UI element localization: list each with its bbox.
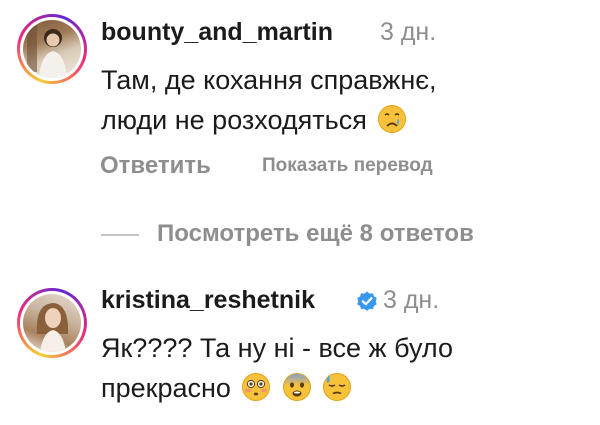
fearful-face-icon xyxy=(282,373,311,401)
comment-username[interactable]: kristina_reshetnik xyxy=(101,286,315,315)
comment-text: Як???? Та ну ні - все ж було прекрасно xyxy=(101,328,581,408)
comment-username[interactable]: bounty_and_martin xyxy=(101,18,333,47)
story-ring[interactable] xyxy=(17,288,87,358)
divider xyxy=(101,234,139,236)
flushed-face-icon xyxy=(242,373,271,401)
story-ring[interactable] xyxy=(17,14,87,84)
reply-button[interactable]: Ответить xyxy=(100,152,211,180)
comment-timestamp: 3 дн. xyxy=(383,286,440,314)
comment-text-line: люди не розходяться xyxy=(101,105,367,135)
comment-text-line: Як???? Та ну ні - все ж було xyxy=(101,333,453,363)
crying-face-icon xyxy=(378,105,407,133)
show-translation-button[interactable]: Показать перевод xyxy=(262,155,433,177)
comment-text-line: Там, де кохання справжнє, xyxy=(101,65,437,95)
comment-item: bounty_and_martin 3 дн. Там, де кохання … xyxy=(0,0,600,200)
comment-text-line: прекрасно xyxy=(101,373,231,403)
comment-text: Там, де кохання справжнє, люди не розход… xyxy=(101,60,581,140)
avatar[interactable] xyxy=(23,294,81,352)
avatar-photo-icon xyxy=(36,303,69,352)
view-more-replies-label[interactable]: Посмотреть ещё 8 ответов xyxy=(157,220,474,248)
avatar-photo-icon xyxy=(27,26,67,78)
comment-timestamp: 3 дн. xyxy=(380,18,437,46)
view-more-replies[interactable]: Посмотреть ещё 8 ответов xyxy=(0,215,600,255)
avatar[interactable] xyxy=(23,20,81,78)
downcast-face-with-sweat-icon xyxy=(323,373,352,401)
comment-item: kristina_reshetnik 3 дн. Як???? Та ну ні… xyxy=(0,272,600,425)
verified-badge-icon xyxy=(357,291,377,311)
